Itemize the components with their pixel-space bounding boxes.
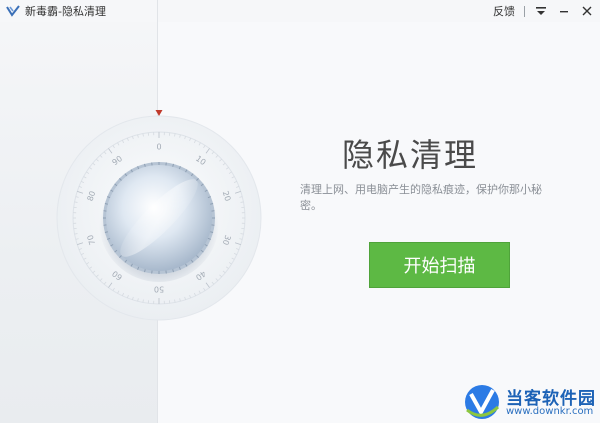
watermark: 当客软件园 www.downkr.com xyxy=(462,382,600,423)
minimize-icon xyxy=(560,11,568,13)
dial-tick-label: 50 xyxy=(154,285,164,294)
dial-tick xyxy=(174,133,176,137)
kingsoft-logo-icon xyxy=(6,5,20,17)
dial-tick xyxy=(74,233,78,235)
feedback-link[interactable]: 反馈 xyxy=(493,3,515,19)
menu-button[interactable] xyxy=(534,4,548,18)
dial-tick xyxy=(142,133,144,137)
watermark-url: www.downkr.com xyxy=(506,406,594,417)
close-icon xyxy=(582,6,592,16)
close-button[interactable] xyxy=(580,4,594,18)
app-window: 新毒霸-隐私清理 反馈 0 10 20 30 40 50 60 70 80 90… xyxy=(0,0,600,423)
dial-tick xyxy=(74,201,78,203)
dial-tick xyxy=(142,299,144,303)
page-title: 隐私清理 xyxy=(341,136,478,174)
watermark-logo-icon xyxy=(465,385,500,419)
page-subtitle: 清理上网、用电脑产生的隐私痕迹，保护你那小秘密。 xyxy=(300,183,542,212)
privacy-dial: 0 10 20 30 40 50 60 70 80 90 xyxy=(56,110,262,321)
dial-tick xyxy=(240,201,244,203)
start-scan-button[interactable]: 开始扫描 xyxy=(369,242,510,288)
title-bar-controls: 反馈 xyxy=(493,0,594,22)
dial-tick xyxy=(240,233,244,235)
dial-tick xyxy=(174,299,176,303)
dial-tick-label: 0 xyxy=(156,143,161,152)
dial-graphic: 0102030405060708090 xyxy=(56,110,262,321)
menu-icon xyxy=(536,7,546,15)
minimize-button[interactable] xyxy=(557,4,571,18)
window-title: 新毒霸-隐私清理 xyxy=(25,5,106,18)
title-bar-separator xyxy=(524,5,525,17)
